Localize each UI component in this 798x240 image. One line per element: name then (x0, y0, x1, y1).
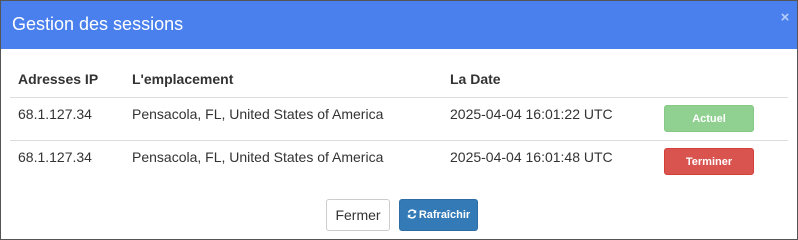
close-button[interactable]: Fermer (326, 199, 390, 231)
header-date: La Date (450, 71, 501, 87)
header-ip: Adresses IP (18, 71, 99, 87)
dialog-footer: Fermer Rafraîchir (1, 199, 797, 231)
cell-location: Pensacola, FL, United States of America (124, 96, 442, 140)
cell-action: Actuel (654, 96, 788, 140)
dialog-title: Gestion des sessions (12, 14, 184, 34)
cell-action: Terminer (654, 139, 788, 183)
sessions-table: Adresses IP L'emplacement La Date 68.1.1… (10, 62, 788, 183)
session-management-dialog: Gestion des sessions × Adresses IP L'emp… (0, 0, 798, 240)
refresh-button[interactable]: Rafraîchir (399, 199, 478, 231)
cell-location: Pensacola, FL, United States of America (124, 139, 442, 183)
cell-date: 2025-04-04 16:01:48 UTC (442, 139, 654, 183)
cell-ip: 68.1.127.34 (10, 139, 124, 183)
close-icon[interactable]: × (778, 10, 792, 25)
header-action (654, 62, 788, 97)
table-row: 68.1.127.34 Pensacola, FL, United States… (10, 139, 788, 183)
table-header-row: Adresses IP L'emplacement La Date (10, 62, 788, 97)
cell-date: 2025-04-04 16:01:22 UTC (442, 96, 654, 140)
terminate-session-button[interactable]: Terminer (664, 147, 754, 175)
dialog-header: Gestion des sessions × (1, 1, 797, 49)
header-location: L'emplacement (132, 71, 234, 87)
table-row: 68.1.127.34 Pensacola, FL, United States… (10, 96, 788, 140)
current-session-button: Actuel (664, 104, 754, 132)
refresh-label: Rafraîchir (418, 209, 471, 221)
cell-ip: 68.1.127.34 (10, 96, 124, 140)
refresh-icon (407, 209, 417, 219)
